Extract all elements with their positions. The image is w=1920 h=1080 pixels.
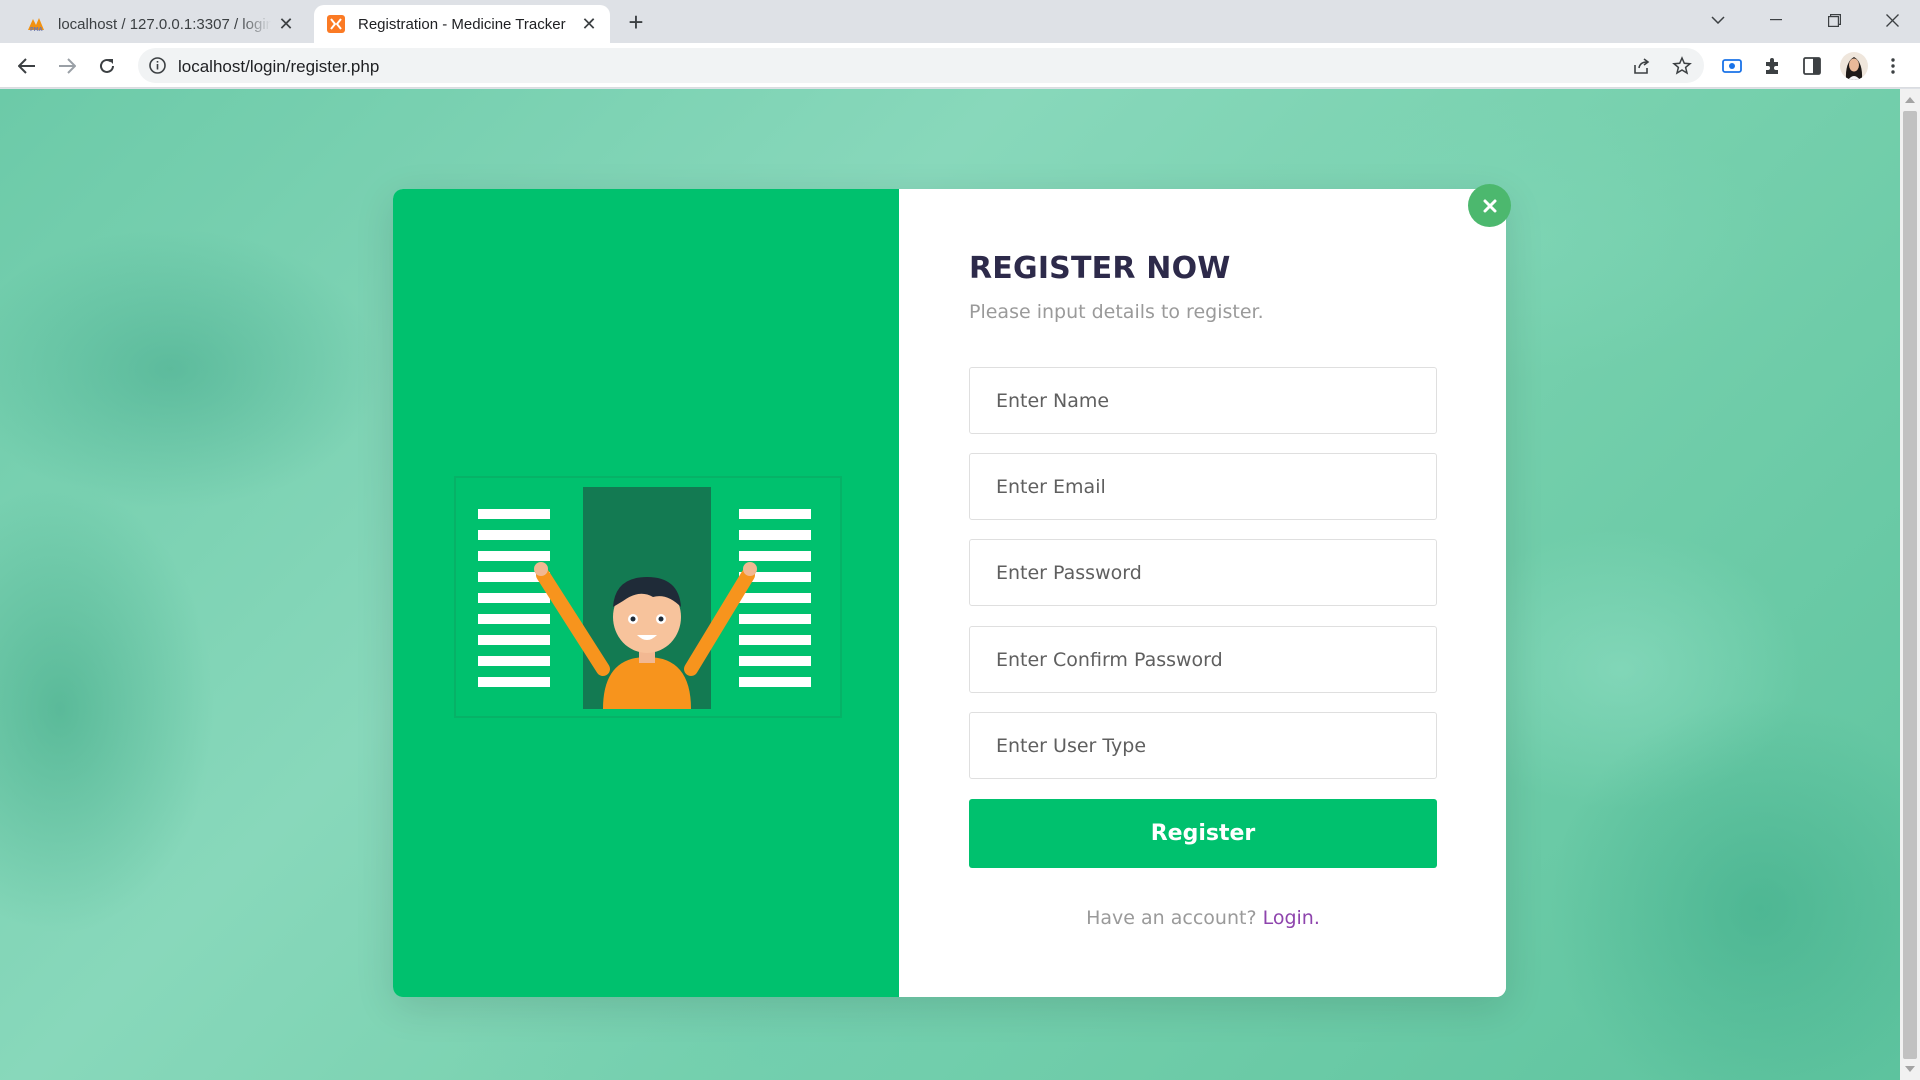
close-icon[interactable]: ✕ xyxy=(580,14,598,34)
profile-avatar[interactable] xyxy=(1840,52,1868,80)
url-text: localhost/login/register.php xyxy=(178,57,380,76)
email-field[interactable] xyxy=(969,453,1437,520)
tab-title: localhost / 127.0.0.1:3307 / login xyxy=(58,15,271,33)
scroll-thumb[interactable] xyxy=(1903,111,1917,1059)
page-title: REGISTER NOW xyxy=(969,251,1231,286)
confirm-password-field[interactable] xyxy=(969,626,1437,693)
extensions-icon[interactable] xyxy=(1759,53,1785,79)
scroll-down-icon[interactable] xyxy=(1905,1066,1915,1072)
share-icon[interactable] xyxy=(1630,54,1654,78)
tab-strip: PMA localhost / 127.0.0.1:3307 / login ✕… xyxy=(0,0,1920,43)
tab-search-chevron-icon[interactable] xyxy=(1690,0,1746,40)
close-modal-button[interactable] xyxy=(1468,184,1511,227)
register-button[interactable]: Register xyxy=(969,799,1437,868)
address-bar[interactable]: localhost/login/register.php xyxy=(138,48,1704,83)
login-prompt-text: Have an account? xyxy=(1086,907,1257,929)
xampp-icon xyxy=(326,14,346,34)
phpmyadmin-icon: PMA xyxy=(26,14,46,34)
tab-registration[interactable]: Registration - Medicine Tracker ✕ xyxy=(314,5,610,43)
vertical-scrollbar[interactable] xyxy=(1900,89,1920,1080)
new-tab-icon[interactable]: + xyxy=(622,7,650,37)
tab-title: Registration - Medicine Tracker xyxy=(358,15,566,33)
login-prompt: Have an account? Login. xyxy=(969,907,1437,929)
right-shutter xyxy=(739,509,811,687)
window-person-illustration xyxy=(454,476,842,718)
back-icon[interactable] xyxy=(12,51,42,81)
close-window-icon[interactable] xyxy=(1864,0,1920,40)
register-modal: REGISTER NOW Please input details to reg… xyxy=(393,189,1506,997)
illustration-panel xyxy=(393,189,899,997)
restore-icon[interactable] xyxy=(1806,0,1862,40)
user-type-field[interactable] xyxy=(969,712,1437,779)
reload-icon[interactable] xyxy=(92,51,122,81)
side-panel-icon[interactable] xyxy=(1799,53,1825,79)
form-panel: REGISTER NOW Please input details to reg… xyxy=(899,189,1506,997)
info-icon[interactable] xyxy=(148,56,167,75)
forward-icon[interactable] xyxy=(52,51,82,81)
close-icon[interactable]: ✕ xyxy=(277,14,295,34)
browser-toolbar: localhost/login/register.php xyxy=(0,43,1920,88)
password-field[interactable] xyxy=(969,539,1437,606)
minimize-icon[interactable] xyxy=(1748,0,1804,40)
left-shutter xyxy=(478,509,550,687)
kebab-menu-icon[interactable] xyxy=(1880,53,1906,79)
svg-text:PMA: PMA xyxy=(30,27,43,32)
bookmark-star-icon[interactable] xyxy=(1670,54,1694,78)
screen-capture-icon[interactable] xyxy=(1719,53,1745,79)
close-icon xyxy=(1483,199,1496,212)
name-field[interactable] xyxy=(969,367,1437,434)
page-subtitle: Please input details to register. xyxy=(969,301,1264,323)
login-link[interactable]: Login. xyxy=(1263,907,1320,929)
scroll-up-icon[interactable] xyxy=(1905,97,1915,103)
tab-phpmyadmin[interactable]: PMA localhost / 127.0.0.1:3307 / login ✕ xyxy=(14,5,307,43)
